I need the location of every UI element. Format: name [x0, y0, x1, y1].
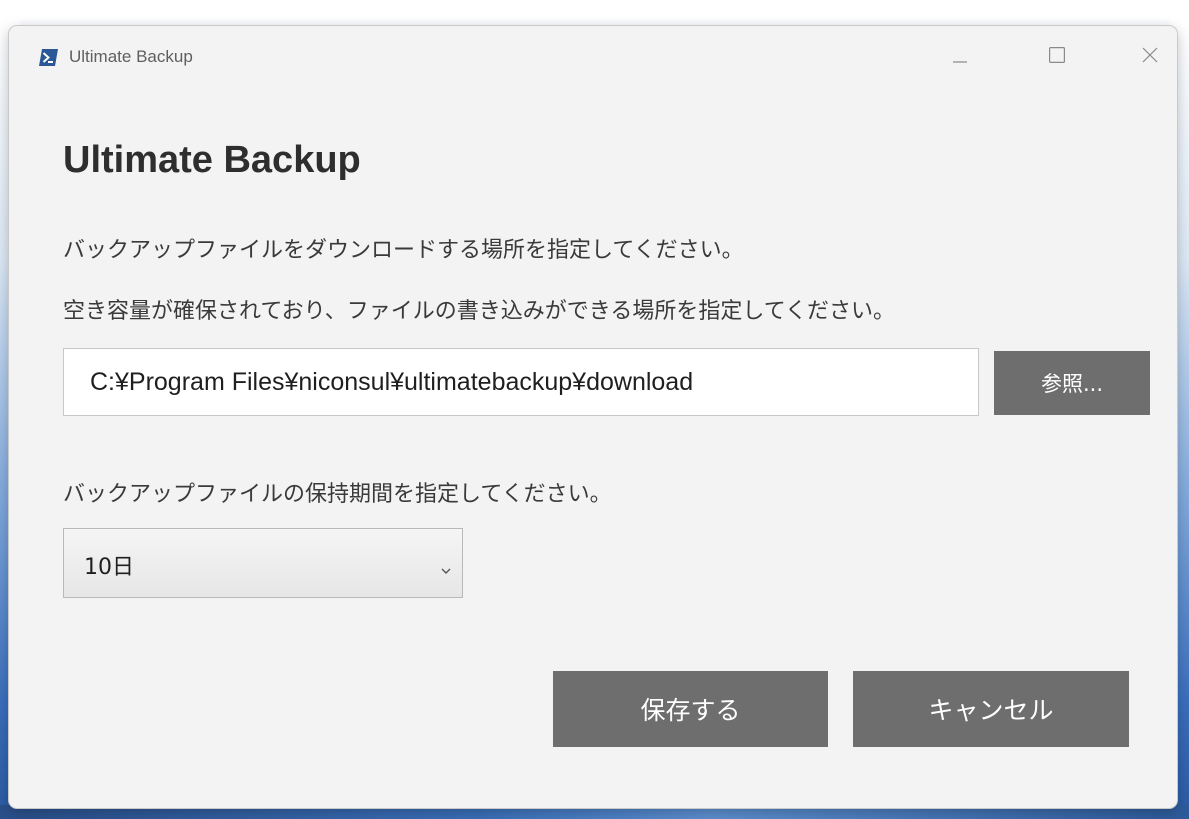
retention-period-select[interactable]: 10日 [63, 528, 463, 598]
save-button[interactable]: 保存する [553, 671, 828, 747]
desktop-top [0, 0, 1189, 20]
minimize-button[interactable] [937, 36, 983, 78]
browse-button[interactable]: 参照... [994, 351, 1150, 415]
download-location-note: 空き容量が確保されており、ファイルの書き込みができる場所を指定してください。 [63, 299, 896, 324]
close-icon [1142, 47, 1158, 67]
page-title: Ultimate Backup [63, 139, 361, 181]
cancel-button[interactable]: キャンセル [853, 671, 1129, 747]
retention-selected-value: 10日 [84, 555, 134, 580]
app-window: Ultimate Backup Ultimate Backup バックアップファ… [9, 26, 1177, 808]
title-bar[interactable]: Ultimate Backup [9, 26, 1177, 88]
download-location-instruction: バックアップファイルをダウンロードする場所を指定してください。 [63, 238, 744, 263]
powershell-icon [39, 49, 58, 66]
close-button[interactable] [1127, 36, 1173, 78]
chevron-down-icon [441, 560, 451, 574]
retention-instruction: バックアップファイルの保持期間を指定してください。 [63, 482, 612, 507]
maximize-icon [1049, 47, 1066, 67]
window-title: Ultimate Backup [69, 47, 193, 66]
minimize-icon [953, 48, 967, 67]
download-path-field[interactable]: C:¥Program Files¥niconsul¥ultimatebackup… [63, 348, 979, 416]
maximize-button[interactable] [1034, 36, 1080, 78]
